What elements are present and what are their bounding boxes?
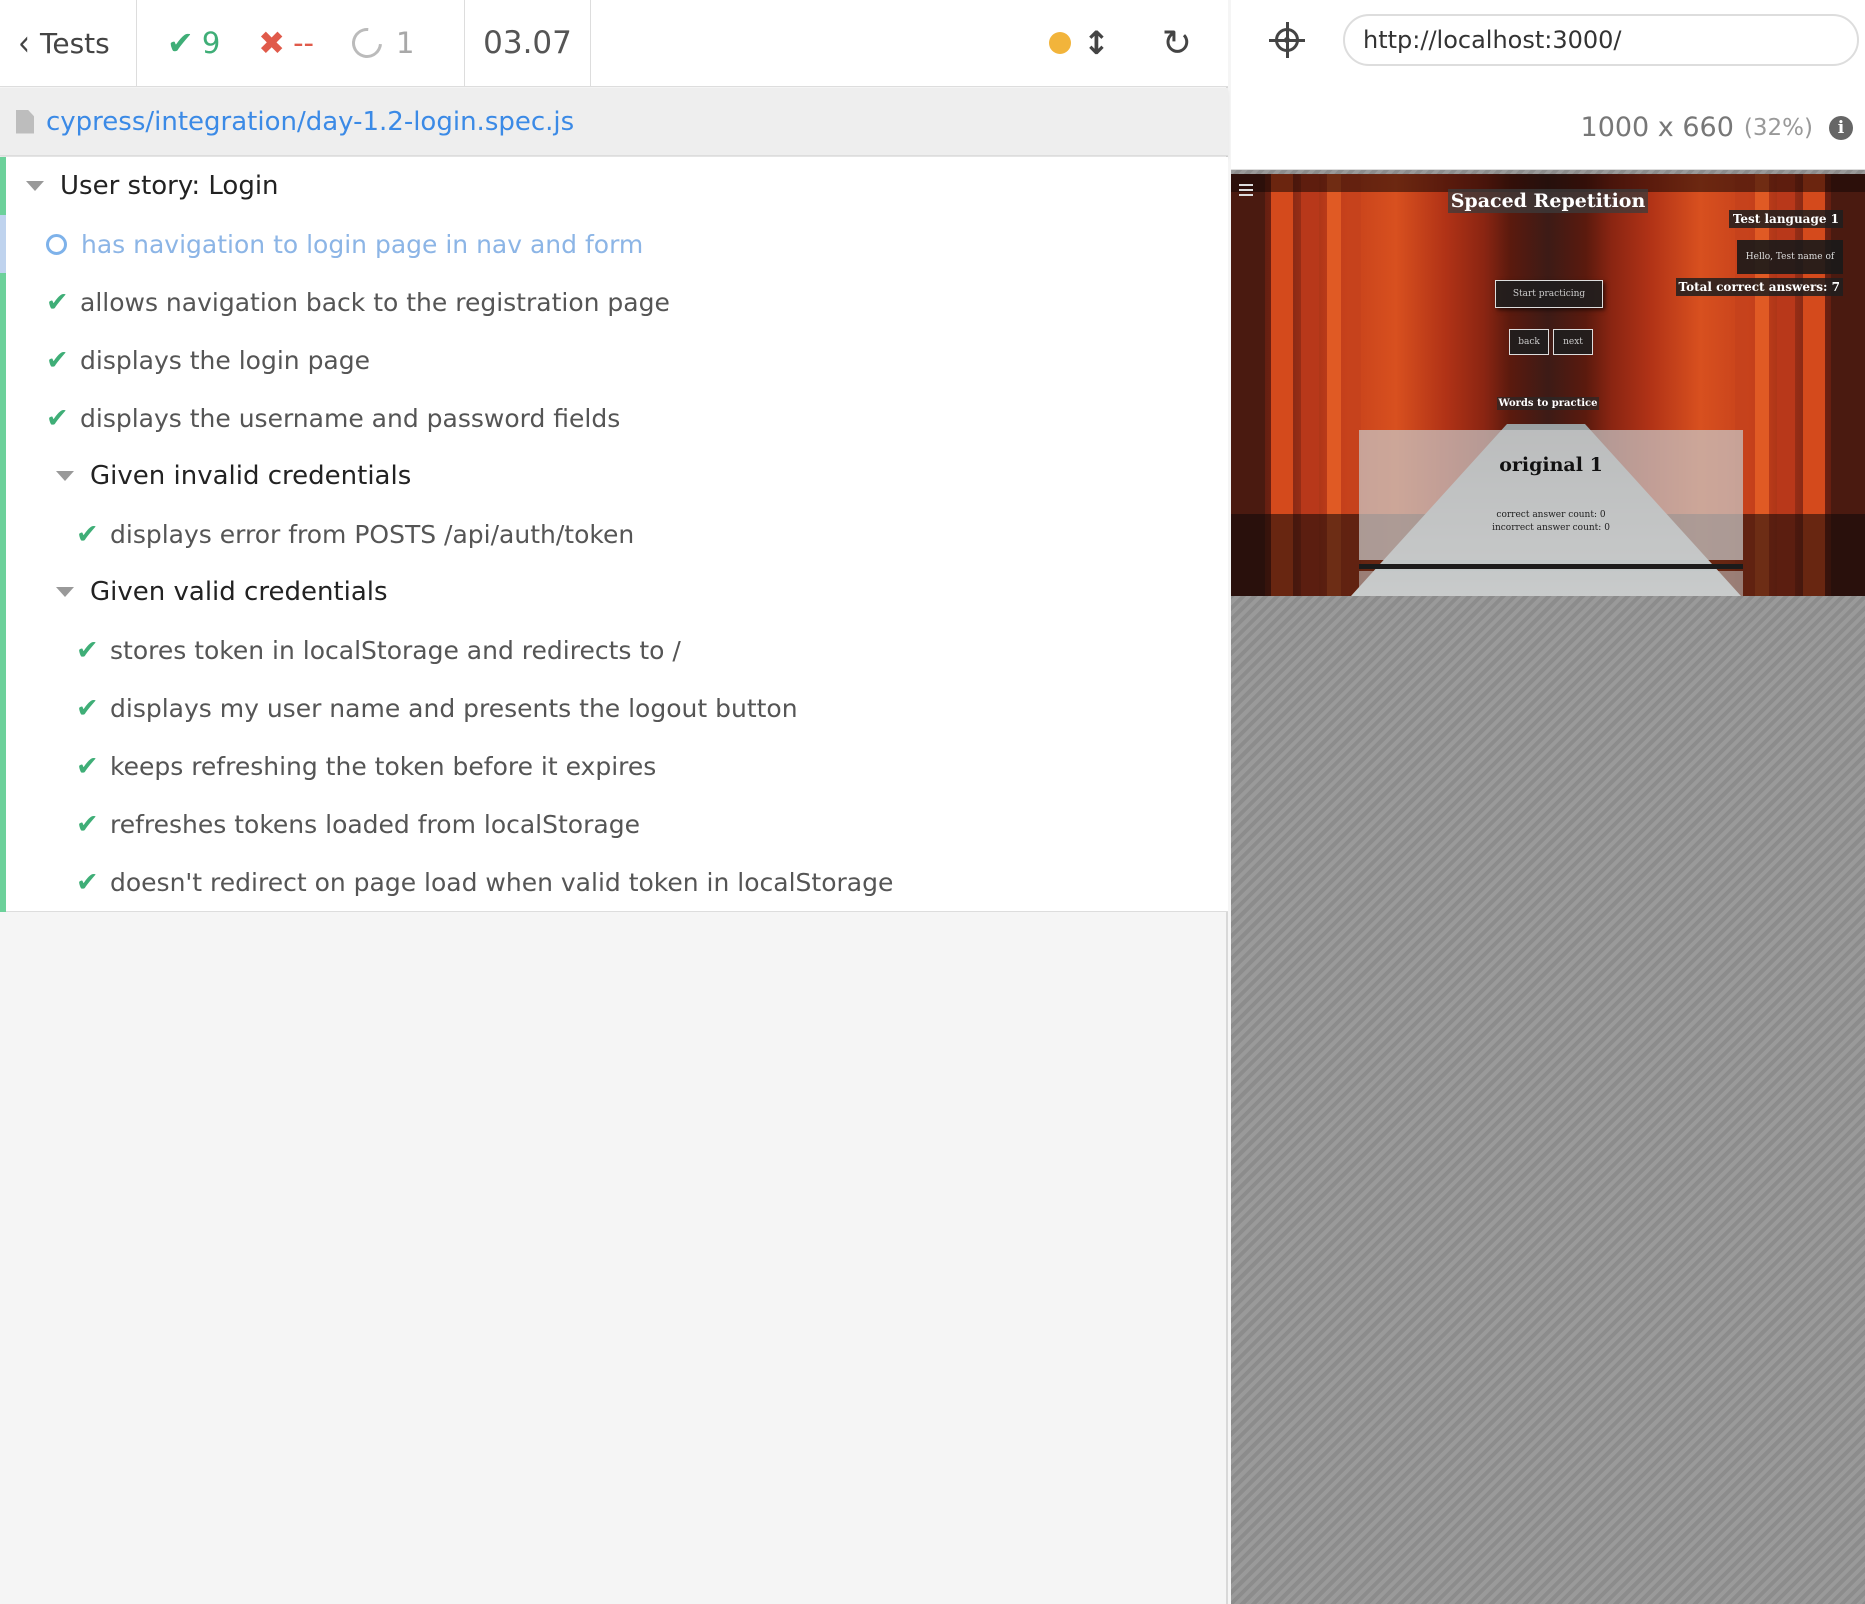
suite-title: Given invalid credentials	[90, 461, 412, 491]
pending-spinner-icon	[46, 233, 67, 255]
test-row[interactable]: has navigation to login page in nav and …	[0, 215, 1228, 273]
total-correct-answers: Total correct answers: 7	[1675, 278, 1843, 296]
pending-count: 1	[345, 21, 415, 65]
suite-valid-credentials[interactable]: Given valid credentials	[0, 563, 1228, 621]
test-row[interactable]: ✔ allows navigation back to the registra…	[0, 273, 1228, 331]
word-original: original 1	[1499, 454, 1603, 476]
caret-down-icon	[26, 181, 44, 191]
test-title: allows navigation back to the registrati…	[80, 287, 670, 317]
app-title: Spaced Repetition	[1231, 189, 1865, 213]
header-spacer	[591, 0, 1049, 86]
incorrect-count: incorrect answer count: 0	[1492, 523, 1610, 533]
word-card-next	[1359, 571, 1743, 596]
suite-title: Given valid credentials	[90, 577, 388, 607]
test-row[interactable]: ✔ displays the login page	[0, 331, 1228, 389]
word-card: original 1 correct answer count: 0 incor…	[1359, 430, 1743, 560]
words-heading-text: Words to practice	[1496, 397, 1600, 410]
start-practicing-button[interactable]: Start practicing	[1495, 280, 1603, 308]
crosshair-dot	[1284, 37, 1290, 43]
check-icon: ✔	[76, 634, 99, 666]
run-duration: 03.07	[465, 0, 591, 86]
test-row[interactable]: ✔ displays error from POSTS /api/auth/to…	[0, 505, 1228, 563]
user-greeting: Hello, Test name of	[1737, 240, 1843, 274]
test-row[interactable]: ✔ doesn't redirect on page load when val…	[0, 853, 1228, 911]
test-title: has navigation to login page in nav and …	[81, 229, 644, 259]
passed-count-value: 9	[201, 26, 221, 60]
spinner-icon	[345, 21, 389, 65]
test-title: displays the username and password field…	[80, 403, 621, 433]
language-label: Test language 1	[1728, 210, 1843, 228]
card-divider	[1359, 564, 1743, 569]
test-title: stores token in localStorage and redirec…	[110, 635, 681, 665]
url-bar[interactable]: http://localhost:3000/	[1343, 14, 1859, 66]
check-icon: ✔	[76, 692, 99, 724]
spec-file-header: cypress/integration/day-1.2-login.spec.j…	[0, 88, 1228, 156]
viewport-size: 1000 x 660	[1580, 112, 1734, 143]
check-icon: ✔	[46, 344, 69, 376]
test-title: doesn't redirect on page load when valid…	[110, 867, 894, 897]
info-icon[interactable]: i	[1829, 115, 1853, 140]
pending-status-bar	[0, 215, 6, 273]
running-indicator-icon	[1049, 32, 1072, 54]
check-icon: ✔	[76, 518, 99, 550]
passed-count: ✔ 9	[167, 24, 220, 62]
selector-playground-crosshair-icon[interactable]	[1269, 22, 1305, 58]
failed-count: ✖ --	[258, 24, 314, 62]
viewport-scale: (32%)	[1743, 114, 1813, 141]
test-title: displays my user name and presents the l…	[110, 693, 798, 723]
suite-invalid-credentials[interactable]: Given invalid credentials	[0, 447, 1228, 505]
check-icon: ✔	[167, 24, 194, 62]
check-icon: ✔	[46, 402, 69, 434]
caret-down-icon	[56, 587, 74, 597]
runnables-list: User story: Login has navigation to logi…	[0, 157, 1228, 912]
file-icon	[16, 109, 34, 134]
reporter-controls: ↕ ↻	[1049, 0, 1228, 86]
check-icon: ✔	[76, 750, 99, 782]
failed-count-value: --	[293, 26, 315, 60]
reporter-panel: ‹ Tests ✔ 9 ✖ -- 1 03.07 ↕ ↻ cypress/int…	[0, 0, 1228, 1604]
suite-title: User story: Login	[60, 171, 279, 201]
chevron-left-icon: ‹	[18, 22, 30, 64]
restart-icon[interactable]: ↻	[1162, 23, 1192, 64]
back-button[interactable]: back	[1509, 329, 1549, 355]
test-title: displays the login page	[80, 345, 371, 375]
correct-count: correct answer count: 0	[1496, 510, 1606, 520]
check-icon: ✔	[76, 808, 99, 840]
back-to-tests-button[interactable]: ‹ Tests	[0, 0, 137, 86]
words-to-practice-heading: Words to practice	[1231, 397, 1865, 410]
back-to-tests-label: Tests	[40, 26, 110, 60]
aut-stage: Spaced Repetition Test language 1 Hello,…	[1231, 170, 1865, 1604]
app-title-text: Spaced Repetition	[1447, 189, 1649, 213]
app-under-test-panel: http://localhost:3000/ 1000 x 660 (32%) …	[1231, 0, 1865, 1604]
test-title: refreshes tokens loaded from localStorag…	[110, 809, 640, 839]
test-row[interactable]: ✔ displays the username and password fie…	[0, 389, 1228, 447]
test-row[interactable]: ✔ keeps refreshing the token before it e…	[0, 737, 1228, 795]
app-preview-frame: Spaced Repetition Test language 1 Hello,…	[1231, 174, 1865, 596]
test-row[interactable]: ✔ stores token in localStorage and redir…	[0, 621, 1228, 679]
test-stats: ✔ 9 ✖ -- 1	[137, 0, 465, 86]
caret-down-icon	[56, 471, 74, 481]
reporter-header: ‹ Tests ✔ 9 ✖ -- 1 03.07 ↕ ↻	[0, 0, 1228, 87]
suite-user-story-login[interactable]: User story: Login	[0, 157, 1228, 215]
pending-count-value: 1	[396, 26, 415, 60]
viewport-info: 1000 x 660 (32%) i	[1581, 112, 1853, 143]
check-icon: ✔	[46, 286, 69, 318]
spec-file-link[interactable]: cypress/integration/day-1.2-login.spec.j…	[46, 107, 574, 137]
aut-header: http://localhost:3000/ 1000 x 660 (32%) …	[1231, 0, 1865, 170]
check-icon: ✔	[76, 866, 99, 898]
next-button[interactable]: next	[1553, 329, 1593, 355]
test-title: displays error from POSTS /api/auth/toke…	[110, 519, 635, 549]
auto-scroll-toggle-icon[interactable]: ↕	[1083, 24, 1110, 62]
x-icon: ✖	[258, 24, 286, 62]
test-row[interactable]: ✔ displays my user name and presents the…	[0, 679, 1228, 737]
test-title: keeps refreshing the token before it exp…	[110, 751, 657, 781]
url-text: http://localhost:3000/	[1363, 26, 1622, 54]
test-row[interactable]: ✔ refreshes tokens loaded from localStor…	[0, 795, 1228, 853]
